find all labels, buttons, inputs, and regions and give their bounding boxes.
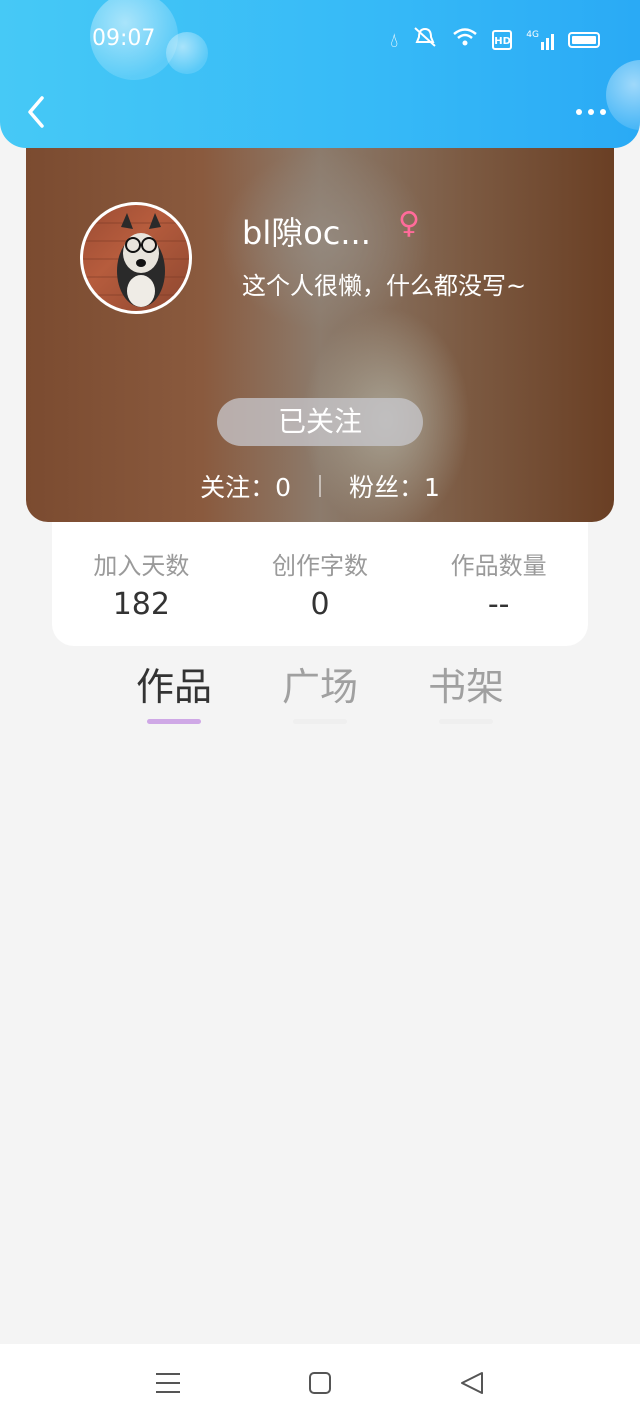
tab-bookshelf[interactable]: 书架 bbox=[406, 656, 526, 724]
hd-icon: HD bbox=[492, 29, 513, 50]
battery-icon bbox=[568, 31, 600, 48]
stat-label: 作品数量 bbox=[450, 552, 547, 580]
stat-label: 创作字数 bbox=[272, 552, 368, 580]
decorative-bubble bbox=[606, 60, 640, 130]
chevron-left-icon bbox=[28, 96, 44, 128]
system-nav-bar bbox=[0, 1344, 640, 1422]
profile-card: bl隙oc... ♀ 这个人很懒，什么都没写~ 已关注 关注：0 粉丝：1 bbox=[26, 120, 614, 522]
nav-back-button[interactable] bbox=[452, 1368, 492, 1398]
water-drop-icon: 💧︎ bbox=[390, 27, 399, 52]
nav-home-button[interactable] bbox=[300, 1368, 340, 1398]
username: bl隙oc... bbox=[242, 214, 371, 252]
stats-card: 加入天数 182 创作字数 0 作品数量 -- bbox=[52, 522, 588, 646]
status-icons: 💧︎ HD 4G bbox=[390, 26, 600, 53]
tab-indicator bbox=[147, 719, 201, 724]
tab-label: 作品 bbox=[135, 665, 212, 709]
mute-bell-icon bbox=[412, 26, 438, 53]
stat-label: 加入天数 bbox=[93, 552, 190, 580]
tab-indicator bbox=[439, 719, 493, 724]
signal-icon: 4G bbox=[526, 30, 554, 50]
stat-works-count: 作品数量 -- bbox=[409, 522, 588, 646]
stat-word-count: 创作字数 0 bbox=[231, 522, 410, 646]
network-type: 4G bbox=[526, 29, 539, 40]
triangle-back-icon bbox=[461, 1372, 483, 1394]
user-bio: 这个人很懒，什么都没写~ bbox=[242, 272, 527, 300]
more-options-button[interactable] bbox=[576, 102, 610, 122]
following-count[interactable]: 关注：0 bbox=[200, 468, 291, 504]
stat-value: 0 bbox=[310, 587, 330, 622]
divider bbox=[319, 475, 321, 497]
tab-label: 书架 bbox=[427, 665, 504, 709]
female-gender-icon: ♀ bbox=[398, 206, 420, 241]
tab-label: 广场 bbox=[281, 665, 358, 709]
stat-value: -- bbox=[487, 587, 510, 622]
content-tabs: 作品 广场 书架 bbox=[0, 656, 640, 736]
top-header: 09:07 💧︎ HD 4G bbox=[0, 0, 640, 148]
back-button[interactable] bbox=[22, 94, 52, 130]
dog-avatar-icon bbox=[83, 213, 189, 307]
stat-join-days: 加入天数 182 bbox=[52, 522, 231, 646]
stat-value: 182 bbox=[112, 587, 170, 622]
status-time: 09:07 bbox=[92, 26, 156, 51]
follow-stats: 关注：0 粉丝：1 bbox=[26, 468, 614, 504]
follow-status-button[interactable]: 已关注 bbox=[217, 398, 423, 446]
fans-count[interactable]: 粉丝：1 bbox=[349, 468, 440, 504]
nav-menu-button[interactable] bbox=[148, 1368, 188, 1398]
tab-indicator bbox=[293, 719, 347, 724]
decorative-bubble bbox=[166, 32, 208, 74]
wifi-icon bbox=[452, 27, 478, 52]
tab-plaza[interactable]: 广场 bbox=[260, 656, 380, 724]
tab-works[interactable]: 作品 bbox=[114, 656, 234, 724]
menu-icon bbox=[156, 1373, 180, 1393]
more-dots-icon bbox=[576, 109, 582, 115]
avatar[interactable] bbox=[80, 202, 192, 314]
square-icon bbox=[309, 1372, 331, 1394]
